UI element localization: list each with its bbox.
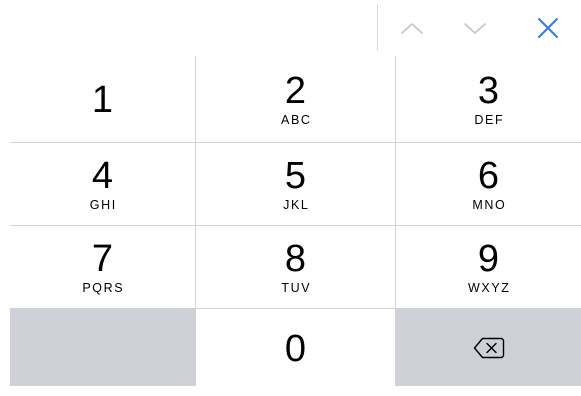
- key-digit: 5: [284, 154, 307, 197]
- key-letters: ABC: [281, 112, 312, 127]
- number-pad: 1 2 ABC 3 DEF 4 GHI 5 JKL 6 MNO 7 PQRS 8: [10, 56, 581, 386]
- key-2[interactable]: 2 ABC: [196, 56, 395, 142]
- key-8[interactable]: 8 TUV: [196, 226, 395, 308]
- key-letters: JKL: [283, 197, 310, 212]
- key-letters: WXYZ: [468, 280, 511, 295]
- row-divider: [10, 225, 581, 226]
- dismiss-keyboard-button[interactable]: [528, 8, 568, 48]
- key-digit: 1: [91, 79, 114, 121]
- delete-key[interactable]: [396, 309, 581, 386]
- column-divider: [195, 56, 196, 386]
- key-digit: 9: [477, 237, 500, 280]
- chevron-up-icon: [401, 23, 423, 34]
- key-1[interactable]: 1: [10, 56, 195, 142]
- key-5[interactable]: 5 JKL: [196, 143, 395, 225]
- key-letters: DEF: [474, 112, 505, 127]
- close-icon: [538, 18, 558, 38]
- empty-key: [10, 309, 195, 386]
- key-7[interactable]: 7 PQRS: [10, 226, 195, 308]
- key-digit: 8: [284, 237, 307, 280]
- key-digit: 4: [91, 154, 114, 197]
- key-letters: PQRS: [82, 280, 125, 295]
- key-3[interactable]: 3 DEF: [396, 56, 581, 142]
- column-divider: [395, 56, 396, 386]
- backspace-icon: [473, 337, 504, 358]
- key-0[interactable]: 0: [196, 309, 395, 386]
- previous-field-button[interactable]: [392, 8, 432, 48]
- toolbar-divider: [377, 4, 378, 51]
- key-6[interactable]: 6 MNO: [396, 143, 581, 225]
- row-divider: [10, 308, 581, 309]
- key-digit: 3: [477, 69, 500, 112]
- numeric-keyboard: 1 2 ABC 3 DEF 4 GHI 5 JKL 6 MNO 7 PQRS 8: [0, 0, 581, 396]
- chevron-down-icon: [464, 23, 486, 34]
- key-digit: 0: [284, 327, 307, 370]
- key-letters: MNO: [472, 197, 507, 212]
- row-divider: [10, 142, 581, 143]
- key-letters: GHI: [89, 197, 117, 212]
- key-4[interactable]: 4 GHI: [10, 143, 195, 225]
- key-digit: 6: [477, 154, 500, 197]
- keyboard-accessory-toolbar: [0, 0, 581, 56]
- key-digit: 2: [284, 69, 307, 112]
- next-field-button[interactable]: [455, 8, 495, 48]
- key-9[interactable]: 9 WXYZ: [396, 226, 581, 308]
- key-digit: 7: [91, 237, 114, 280]
- key-letters: TUV: [281, 280, 312, 295]
